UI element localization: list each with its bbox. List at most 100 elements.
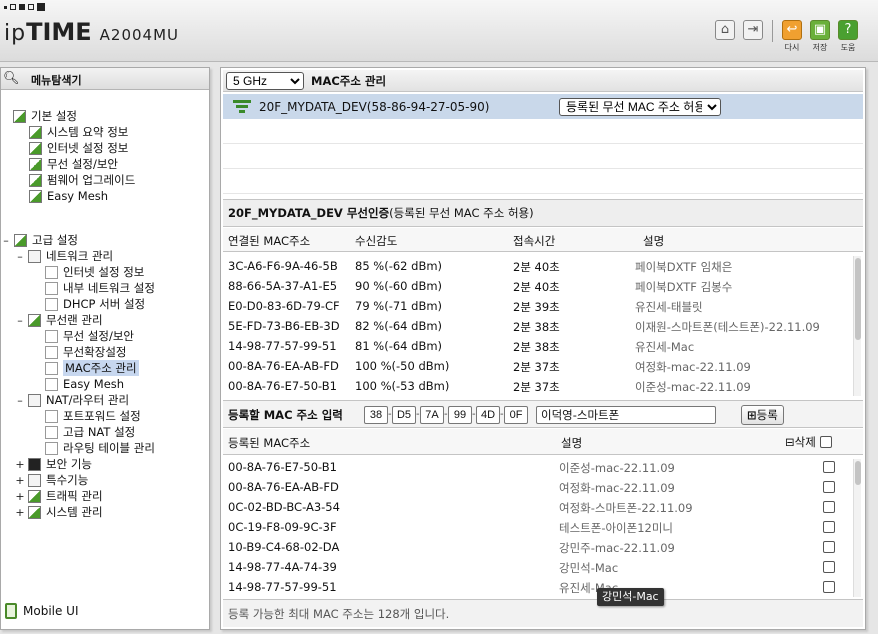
folder-icon <box>28 473 41 487</box>
registered-desc: 여정화-mac-22.11.09 <box>559 481 675 495</box>
menu-advanced-nat[interactable]: 고급 NAT 설정 <box>45 424 135 440</box>
mac-octet-input[interactable]: 4D <box>476 406 500 424</box>
menu-system-summary[interactable]: 시스템 요약 정보 <box>29 124 128 140</box>
delete-checkbox[interactable] <box>823 581 835 593</box>
chart-icon <box>28 505 41 519</box>
registered-mac: 0C-19-F8-09-9C-3F <box>228 520 337 534</box>
connected-row: 88-66-5A-37-A1-E5 90 %(-60 dBm) 2분 40초 페이북D… <box>223 276 847 296</box>
menu-easy-mesh[interactable]: Easy Mesh <box>29 188 108 204</box>
registered-row: 14-98-77-4A-74-39 강민석-Mac <box>223 557 847 577</box>
menu-wireless-extension[interactable]: 무선확장설정 <box>45 344 126 360</box>
logout-button[interactable]: ⇥ <box>742 20 764 40</box>
connected-time: 2분 40초 <box>513 260 560 274</box>
scroll-thumb[interactable] <box>855 461 861 485</box>
registered-desc: 테스트폰-아이폰12미니 <box>559 521 674 535</box>
connected-scrollbar[interactable] <box>853 256 861 396</box>
page-icon <box>45 329 58 343</box>
menu-traffic[interactable]: + 트래픽 관리 <box>15 488 102 504</box>
menu-nat-router[interactable]: – NAT/라우터 관리 <box>15 392 129 408</box>
menu-lan-settings[interactable]: 내부 네트워크 설정 <box>45 280 155 296</box>
wifi-icon <box>29 157 42 171</box>
connected-mac: 3C-A6-F6-9A-46-5B <box>228 259 338 273</box>
select-all-checkbox[interactable] <box>820 436 832 448</box>
delete-checkbox[interactable] <box>823 541 835 553</box>
menu-special[interactable]: + 특수기능 <box>15 472 88 488</box>
lock-icon <box>28 457 41 471</box>
delete-checkbox[interactable] <box>823 501 835 513</box>
menu-firmware-upgrade[interactable]: 펌웨어 업그레이드 <box>29 172 135 188</box>
menu-advanced-settings[interactable]: – 고급 설정 <box>1 232 78 248</box>
registered-row: 0C-19-F8-09-9C-3F 테스트폰-아이폰12미니 <box>223 517 847 537</box>
page-icon <box>45 281 58 295</box>
menu-easy-mesh-adv[interactable]: Easy Mesh <box>45 376 124 392</box>
menu-security[interactable]: + 보안 기능 <box>15 456 92 472</box>
monitor-icon <box>29 141 42 155</box>
collapse-icon: – <box>3 233 9 247</box>
delete-checkbox[interactable] <box>823 461 835 473</box>
page-icon <box>45 441 58 455</box>
home-button[interactable]: ⌂ <box>714 20 736 40</box>
page-title: MAC주소 관리 <box>311 73 387 88</box>
menu-mac-management[interactable]: MAC주소 관리 <box>45 360 139 376</box>
menu-internet-info[interactable]: 인터넷 설정 정보 <box>29 140 128 156</box>
auth-section-title: 20F_MYDATA_DEV 무선인증 (등록된 무선 MAC 주소 허용) <box>223 199 863 227</box>
menu-wireless-security[interactable]: 무선 설정/보안 <box>29 156 118 172</box>
chart-icon <box>29 125 42 139</box>
menu-basic-settings[interactable]: 기본 설정 <box>13 108 77 124</box>
menu-network-mgmt[interactable]: – 네트워크 관리 <box>15 248 113 264</box>
menu-port-forward[interactable]: 포트포워드 설정 <box>45 408 141 424</box>
folder-icon <box>13 109 26 123</box>
menu-routing-table[interactable]: 라우팅 테이블 관리 <box>45 440 155 456</box>
menu-system[interactable]: + 시스템 관리 <box>15 504 102 520</box>
menu-explorer: 🔍︎ 메뉴탐색기 기본 설정 시스템 요약 정보 인터넷 설정 정보 무선 설정… <box>0 67 210 630</box>
connected-time: 2분 38초 <box>513 320 560 334</box>
empty-row <box>223 145 863 169</box>
connected-time: 2분 37초 <box>513 380 560 394</box>
menu-dhcp-settings[interactable]: DHCP 서버 설정 <box>45 296 145 312</box>
minus-icon: ⊟ <box>785 435 795 449</box>
mac-policy-select[interactable]: 등록된 무선 MAC 주소 허용 <box>559 97 721 116</box>
save-icon: ▣ <box>810 20 830 40</box>
logout-icon: ⇥ <box>743 20 763 40</box>
delete-checkbox[interactable] <box>823 521 835 533</box>
mac-description-input[interactable]: 이덕영-스마트폰 <box>536 406 716 424</box>
mac-octet-input[interactable]: 7A <box>420 406 444 424</box>
menu-wireless-mgmt[interactable]: – 무선랜 관리 <box>15 312 102 328</box>
main-panel: 5 GHz MAC주소 관리 20F_MYDATA_DEV(58-86-94-2… <box>220 67 866 630</box>
undo-icon: ↩ <box>782 20 802 40</box>
connected-signal: 100 %(-50 dBm) <box>355 359 450 373</box>
delete-checkbox[interactable] <box>823 561 835 573</box>
undo-button[interactable]: ↩ 다시 <box>781 20 803 53</box>
connected-signal: 90 %(-60 dBm) <box>355 279 443 293</box>
connected-time: 2분 39초 <box>513 300 560 314</box>
menu-internet-settings[interactable]: 인터넷 설정 정보 <box>45 264 144 280</box>
band-select[interactable]: 5 GHz <box>226 71 304 90</box>
save-button[interactable]: ▣ 저장 <box>809 20 831 53</box>
network-icon <box>28 249 41 263</box>
register-button[interactable]: ⊞등록 <box>741 405 784 425</box>
collapse-icon: – <box>17 249 23 263</box>
collapse-icon: – <box>17 313 23 327</box>
mobile-ui-link[interactable]: Mobile UI <box>5 603 79 619</box>
connected-desc: 유진세-태블릿 <box>635 300 703 314</box>
registered-scrollbar[interactable] <box>853 459 861 597</box>
mac-octet-input[interactable]: 0F <box>504 406 528 424</box>
expand-icon: + <box>15 457 25 471</box>
registered-row: 00-8A-76-EA-AB-FD 여정화-mac-22.11.09 <box>223 477 847 497</box>
mac-octet-input[interactable]: D5 <box>392 406 416 424</box>
registered-mac: 10-B9-C4-68-02-DA <box>228 540 340 554</box>
registered-mac: 14-98-77-57-99-51 <box>228 580 337 594</box>
scroll-thumb[interactable] <box>855 258 861 340</box>
delete-checkbox[interactable] <box>823 481 835 493</box>
menu-explorer-header: 🔍︎ 메뉴탐색기 <box>1 68 209 90</box>
mac-octet-input[interactable]: 38 <box>364 406 388 424</box>
help-button[interactable]: ? 도움 <box>837 20 859 53</box>
connected-row: 5E-FD-73-B6-EB-3D 82 %(-64 dBm) 2분 38초 이재원-… <box>223 316 847 336</box>
divider <box>772 20 773 42</box>
page-icon <box>45 265 58 279</box>
ssid-row[interactable]: 20F_MYDATA_DEV(58-86-94-27-05-90) 등록된 무선… <box>223 94 863 119</box>
plus-icon: ⊞ <box>747 408 757 422</box>
menu-wireless-security-adv[interactable]: 무선 설정/보안 <box>45 328 134 344</box>
mac-octet-input[interactable]: 99 <box>448 406 472 424</box>
expand-icon: + <box>15 489 25 503</box>
